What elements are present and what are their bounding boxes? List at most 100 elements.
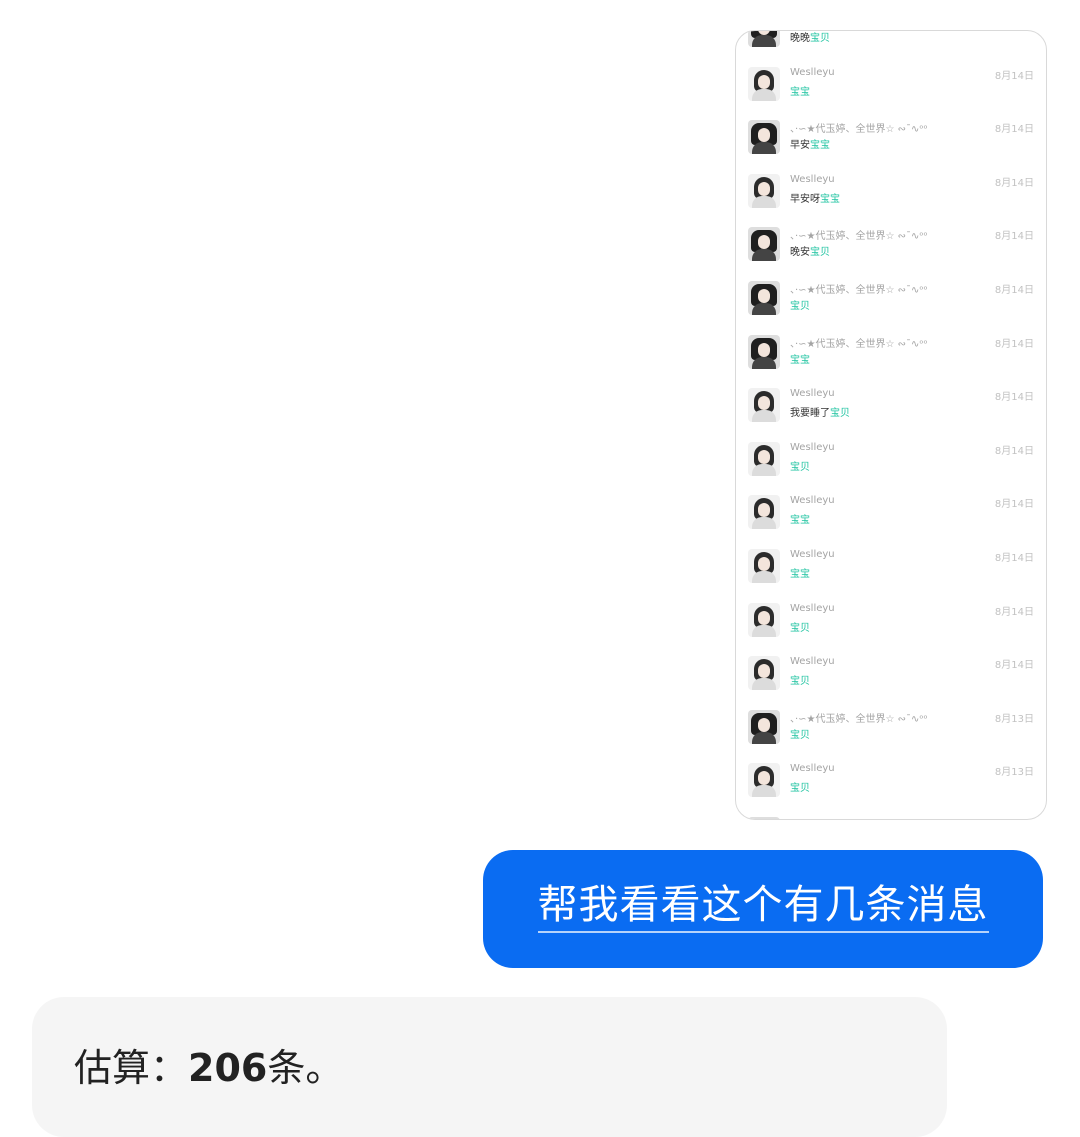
sender-name: 、·∽★代玉婷、全世界☆ ∾¯∿ᵒᵒ — [790, 231, 928, 243]
message-date: 8月13日 — [994, 713, 1034, 725]
highlighted-keyword: 宝贝 — [810, 33, 830, 44]
message-preview: 宝贝 — [790, 672, 810, 687]
highlighted-keyword: 宝贝 — [790, 783, 810, 795]
avatar — [748, 120, 780, 155]
highlighted-keyword: 宝宝 — [790, 569, 810, 580]
sender-name: 、·∽★代玉婷、全世界☆ ∾¯∿ᵒᵒ — [790, 713, 928, 725]
chat-list-item: Weslleyu 宝宝 8月14日 — [736, 540, 1046, 593]
avatar — [748, 763, 780, 798]
message-date: 8月14日 — [994, 70, 1034, 82]
message-date: 8月13日 — [995, 817, 1034, 819]
highlighted-keyword: 宝宝 — [820, 193, 840, 205]
sender-name: Weslleyu — [790, 602, 835, 614]
message-date: 8月14日 — [994, 445, 1034, 457]
sender-name: Weslleyu — [790, 66, 835, 78]
message-date: 8月14日 — [994, 553, 1034, 564]
estimate-prefix: 估算： — [74, 1046, 189, 1090]
estimate-suffix: 条。 — [267, 1046, 344, 1090]
chat-screenshot-image[interactable]: 晚晚宝贝 Weslleyu 宝宝 8月14日 、·∽★代玉婷、全世界☆ ∾¯∿ᵒᵒ 早安宝… — [735, 30, 1047, 820]
avatar — [748, 227, 780, 262]
sender-name: Weslleyu — [790, 173, 835, 185]
message-preview: 宝贝 — [790, 619, 810, 634]
chat-list-item: Weslleyu 宝宝 8月14日 — [736, 58, 1046, 111]
message-date: 8月13日 — [994, 767, 1034, 779]
message-preview: 宝宝 — [790, 351, 810, 366]
sender-name: Weslleyu — [790, 656, 835, 668]
avatar — [748, 656, 780, 691]
message-count: 206 — [188, 1046, 268, 1090]
avatar — [748, 817, 780, 819]
avatar — [748, 709, 780, 744]
message-date: 8月14日 — [994, 392, 1034, 404]
message-date: 8月14日 — [994, 499, 1034, 511]
highlighted-keyword: 宝宝 — [790, 515, 810, 527]
user-message-bubble: 帮我看看这个有几条消息 — [483, 850, 1043, 968]
message-preview: 宝贝 — [790, 297, 810, 312]
message-date: 8月14日 — [994, 177, 1034, 189]
chat-list-item: 、·∽★代玉婷、全世界☆ ∾¯∿ᵒᵒ 8月13日 — [736, 808, 1046, 819]
highlighted-keyword: 宝贝 — [790, 729, 810, 741]
avatar — [748, 173, 780, 208]
chat-list-item: Weslleyu 早安呀宝宝 8月14日 — [736, 165, 1046, 218]
message-preview: 晚安宝贝 — [790, 247, 830, 259]
chat-list-item: Weslleyu 宝贝 8月14日 — [736, 647, 1046, 700]
chat-list-item: 、·∽★代玉婷、全世界☆ ∾¯∿ᵒᵒ 宝宝 8月14日 — [736, 326, 1046, 379]
highlighted-keyword: 宝贝 — [810, 247, 830, 259]
avatar — [748, 549, 780, 583]
assistant-message-bubble: 估算：206条。 — [32, 997, 947, 1137]
message-preview: 我要睡了宝贝 — [790, 408, 850, 420]
avatar — [748, 66, 780, 101]
avatar — [748, 495, 780, 530]
sender-name: Weslleyu — [790, 763, 835, 775]
chat-list-item: Weslleyu 宝贝 8月14日 — [736, 433, 1046, 486]
chat-list-item: 、·∽★代玉婷、全世界☆ ∾¯∿ᵒᵒ 宝贝 8月14日 — [736, 272, 1046, 325]
avatar — [748, 388, 780, 423]
highlighted-keyword: 宝贝 — [790, 461, 810, 473]
sender-name: 、·∽★代玉婷、全世界☆ ∾¯∿ᵒᵒ — [790, 124, 928, 136]
sender-name: 、·∽★代玉婷、全世界☆ ∾¯∿ᵒᵒ — [790, 285, 928, 296]
message-preview: 宝宝 — [790, 565, 810, 580]
sender-name: Weslleyu — [790, 549, 835, 560]
message-date: 8月14日 — [994, 285, 1034, 296]
avatar — [748, 281, 780, 315]
chat-list-item: Weslleyu 我要睡了宝贝 8月14日 — [736, 379, 1046, 432]
chat-list-item: 、·∽★代玉婷、全世界☆ ∾¯∿ᵒᵒ 宝贝 8月13日 — [736, 701, 1046, 754]
highlighted-keyword: 宝宝 — [790, 354, 810, 366]
message-preview: 宝宝 — [790, 83, 810, 98]
message-preview: 宝贝 — [790, 726, 810, 741]
message-preview: 宝贝 — [790, 458, 810, 473]
sender-name: Weslleyu — [790, 495, 835, 507]
message-date: 8月14日 — [994, 231, 1034, 243]
highlighted-keyword: 宝贝 — [830, 408, 850, 420]
chat-list-item: 晚晚宝贝 — [736, 31, 1046, 57]
message-preview: 晚晚宝贝 — [790, 33, 830, 44]
highlighted-keyword: 宝贝 — [790, 676, 810, 688]
avatar — [748, 334, 780, 369]
chat-list-item: Weslleyu 宝贝 8月14日 — [736, 594, 1046, 647]
user-message-text: 帮我看看这个有几条消息 — [537, 885, 989, 933]
sender-name: Weslleyu — [790, 441, 835, 453]
chat-list-item: Weslleyu 宝贝 8月13日 — [736, 754, 1046, 807]
message-preview: 宝贝 — [790, 779, 810, 794]
message-date: 8月14日 — [994, 606, 1034, 618]
message-date: 8月14日 — [994, 338, 1034, 350]
message-preview: 早安宝宝 — [790, 140, 830, 152]
highlighted-keyword: 宝宝 — [810, 140, 830, 152]
avatar — [748, 441, 780, 476]
highlighted-keyword: 宝贝 — [790, 622, 810, 634]
chat-list-item: 、·∽★代玉婷、全世界☆ ∾¯∿ᵒᵒ 早安宝宝 8月14日 — [736, 111, 1046, 164]
message-preview: 宝宝 — [790, 511, 810, 526]
sender-name: Weslleyu — [790, 388, 835, 400]
avatar — [748, 602, 780, 637]
chat-list-item: Weslleyu 宝宝 8月14日 — [736, 486, 1046, 539]
message-date: 8月14日 — [994, 124, 1034, 136]
sender-name: 、·∽★代玉婷、全世界☆ ∾¯∿ᵒᵒ — [790, 338, 928, 350]
highlighted-keyword: 宝宝 — [790, 86, 810, 98]
chat-list-item: 、·∽★代玉婷、全世界☆ ∾¯∿ᵒᵒ 晚安宝贝 8月14日 — [736, 218, 1046, 271]
message-preview: 早安呀宝宝 — [790, 193, 840, 205]
message-date: 8月14日 — [994, 660, 1034, 672]
avatar — [748, 31, 780, 47]
assistant-message-text: 估算：206条。 — [74, 1037, 343, 1092]
highlighted-keyword: 宝贝 — [790, 301, 810, 312]
sender-name: 、·∽★代玉婷、全世界☆ ∾¯∿ᵒᵒ — [790, 817, 928, 819]
